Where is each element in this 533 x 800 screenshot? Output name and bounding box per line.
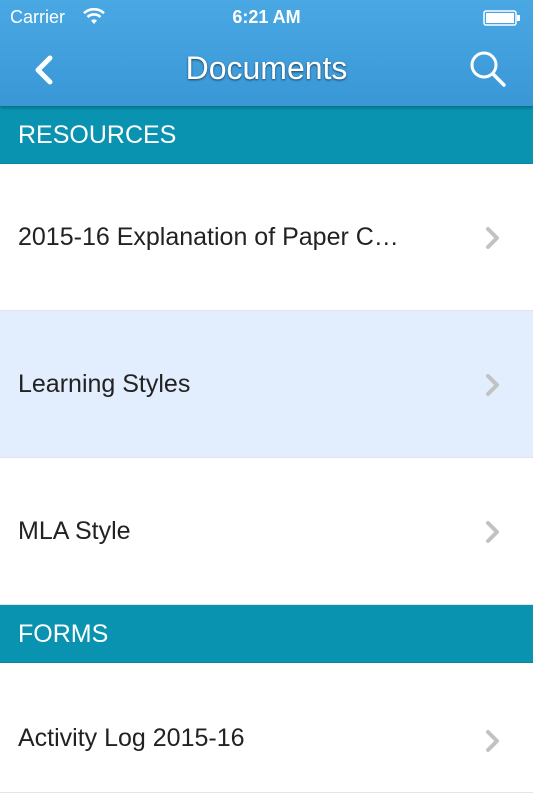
- documents-list: RESOURCES 2015-16 Explanation of Paper C…: [0, 106, 533, 800]
- chevron-right-icon: [486, 227, 499, 249]
- page-title: Documents: [185, 50, 348, 86]
- list-item[interactable]: MLA Style: [0, 458, 533, 605]
- search-icon[interactable]: [467, 48, 509, 90]
- list-item-label: MLA Style: [18, 517, 131, 545]
- chevron-right-icon: [486, 374, 499, 396]
- chevron-right-icon: [486, 521, 499, 543]
- list-item[interactable]: 2015-16 Explanation of Paper C…: [0, 164, 533, 311]
- list-item[interactable]: Activity Log 2015-16: [0, 663, 533, 793]
- chevron-right-icon: [486, 730, 499, 752]
- list-item[interactable]: Learning Styles: [0, 311, 533, 458]
- list-item-label: 2015-16 Explanation of Paper C…: [18, 223, 399, 251]
- section-header-resources: RESOURCES: [0, 106, 533, 164]
- list-item-label: Learning Styles: [18, 370, 191, 398]
- section-header-forms: FORMS: [0, 605, 533, 663]
- top-bar: Carrier 6:21 AM Documents: [0, 0, 533, 106]
- status-time: 6:21 AM: [232, 7, 301, 27]
- battery-icon: [483, 10, 520, 26]
- status-bar: Carrier 6:21 AM: [0, 0, 533, 36]
- list-item-label: Activity Log 2015-16: [18, 724, 245, 752]
- navigation-bar: Documents: [0, 36, 533, 106]
